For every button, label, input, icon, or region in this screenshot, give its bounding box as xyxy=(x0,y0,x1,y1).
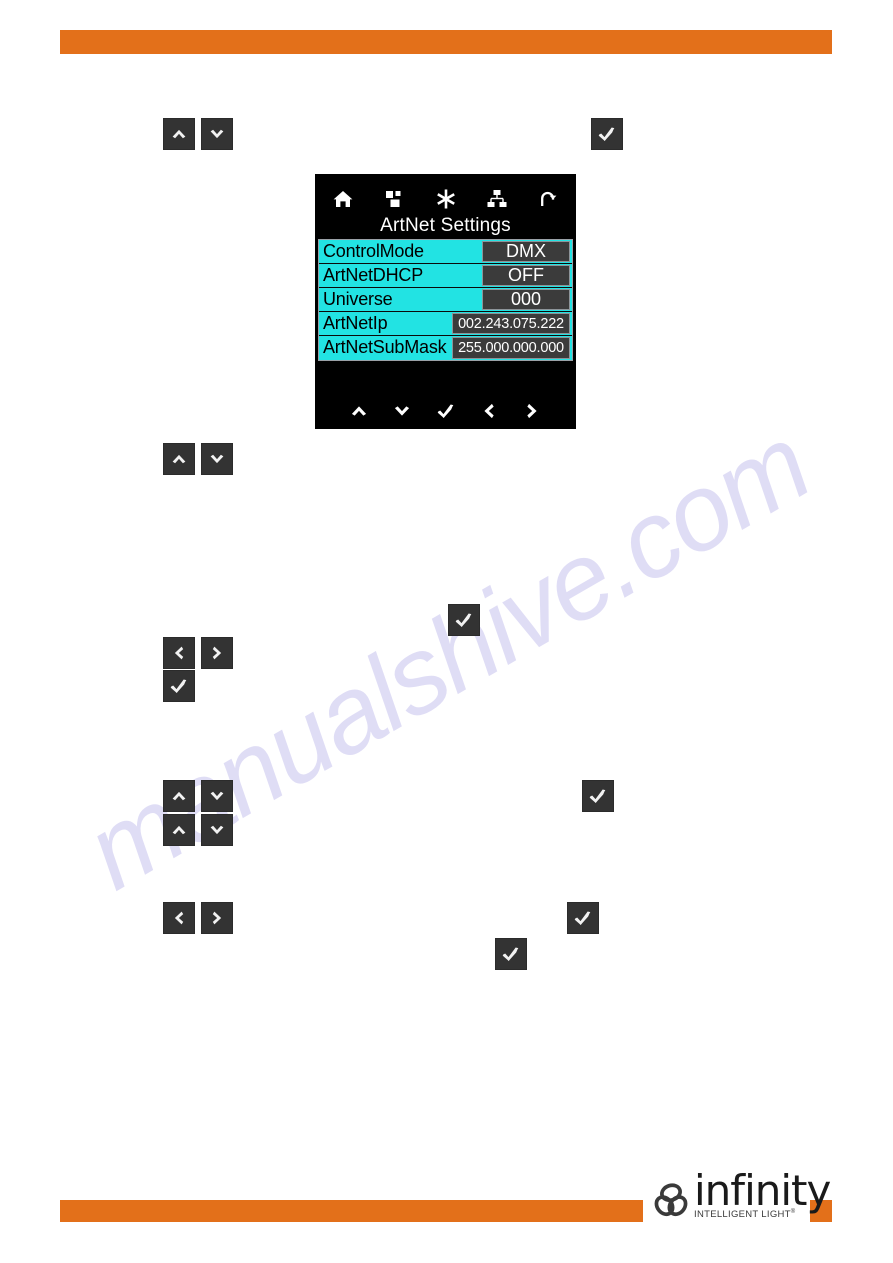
lcd-row-label: Universe xyxy=(323,289,393,309)
softkey-enter[interactable] xyxy=(424,400,467,422)
key-right-2[interactable] xyxy=(201,902,233,934)
footer-accent-bar xyxy=(60,1200,643,1222)
key-up-4[interactable] xyxy=(163,814,195,846)
key-right-1[interactable] xyxy=(201,637,233,669)
header-accent-bar xyxy=(60,30,832,54)
lcd-row-label: ArtNetSubMask xyxy=(323,337,447,357)
brand-name: infinity xyxy=(694,1165,831,1215)
lcd-row-value[interactable]: 000 xyxy=(482,289,570,310)
lcd-row-value[interactable]: OFF xyxy=(482,265,570,286)
manual-page: manualshive.com ArtNet Settings ControlM… xyxy=(0,0,893,1263)
key-up-1[interactable] xyxy=(163,118,195,150)
return-icon[interactable] xyxy=(536,187,560,211)
home-icon[interactable] xyxy=(331,187,355,211)
key-enter-1[interactable] xyxy=(591,118,623,150)
lcd-display: ArtNet Settings ControlMode DMX ArtNetDHCP… xyxy=(315,174,576,429)
lcd-row-value[interactable]: 255.000.000.000 xyxy=(452,337,570,359)
infinity-logo: infinity INTELLIGENT LIGHT® xyxy=(650,1162,831,1222)
key-up-3[interactable] xyxy=(163,780,195,812)
brand-tagline: INTELLIGENT LIGHT® xyxy=(694,1209,830,1220)
lcd-row[interactable]: ArtNetIp 002.243.075.222 xyxy=(319,312,572,336)
lcd-row-label: ArtNetDHCP xyxy=(323,265,424,285)
lcd-row[interactable]: ArtNetDHCP OFF xyxy=(319,264,572,288)
key-down-2[interactable] xyxy=(201,443,233,475)
key-left-2[interactable] xyxy=(163,902,195,934)
key-down-4[interactable] xyxy=(201,814,233,846)
key-enter-3[interactable] xyxy=(163,670,195,702)
lcd-settings-list: ControlMode DMX ArtNetDHCP OFF Universe 000 Ar… xyxy=(318,239,573,361)
key-enter-5[interactable] xyxy=(567,902,599,934)
asterisk-icon[interactable] xyxy=(434,187,458,211)
key-enter-2[interactable] xyxy=(448,604,480,636)
softkey-up[interactable] xyxy=(337,400,380,422)
lcd-row-label: ArtNetIp xyxy=(323,313,388,333)
lcd-row-value[interactable]: 002.243.075.222 xyxy=(452,313,570,334)
softkey-down[interactable] xyxy=(380,400,423,422)
lcd-row-label: ControlMode xyxy=(323,241,424,261)
lcd-icon-bar xyxy=(315,174,576,218)
key-left-1[interactable] xyxy=(163,637,195,669)
softkey-right[interactable] xyxy=(511,400,554,422)
lcd-row[interactable]: ControlMode DMX xyxy=(319,240,572,264)
softkey-left[interactable] xyxy=(467,400,510,422)
key-enter-4[interactable] xyxy=(582,780,614,812)
key-down-3[interactable] xyxy=(201,780,233,812)
lcd-softkey-bar xyxy=(315,397,576,429)
lcd-row[interactable]: ArtNetSubMask 255.000.000.000 xyxy=(319,336,572,360)
tagline-text: INTELLIGENT LIGHT xyxy=(694,1209,791,1220)
lcd-row[interactable]: Universe 000 xyxy=(319,288,572,312)
lcd-row-value[interactable]: DMX xyxy=(482,241,570,262)
key-up-2[interactable] xyxy=(163,443,195,475)
lcd-blank-area xyxy=(315,361,576,397)
key-down-1[interactable] xyxy=(201,118,233,150)
network-icon[interactable] xyxy=(485,187,509,211)
registered-mark: ® xyxy=(790,1208,796,1215)
lcd-title: ArtNet Settings xyxy=(380,215,511,236)
trefoil-knot-icon xyxy=(654,1183,688,1217)
key-enter-6[interactable] xyxy=(495,938,527,970)
windows-icon[interactable] xyxy=(382,187,406,211)
